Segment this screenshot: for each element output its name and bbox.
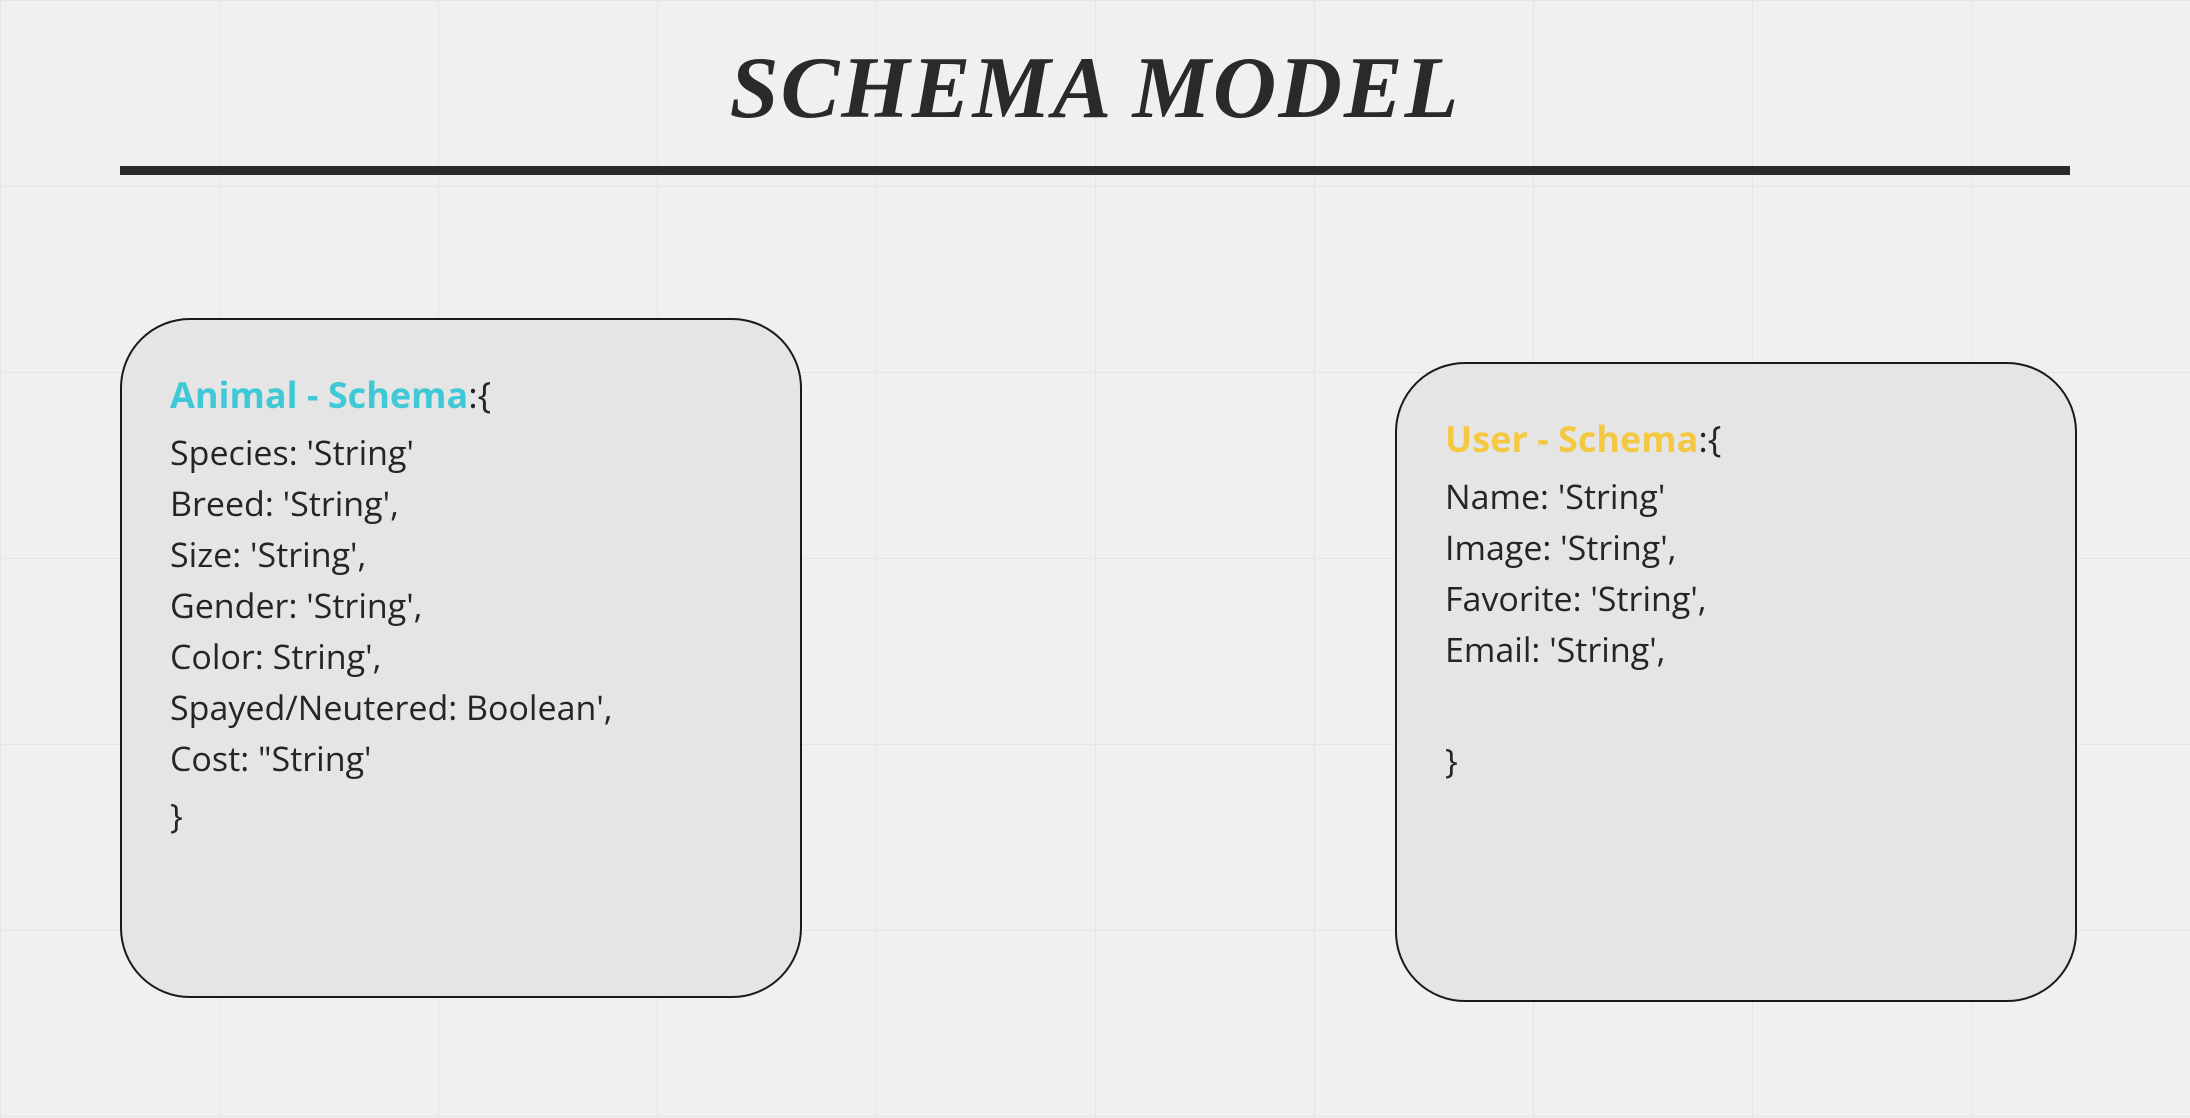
- user-field: Favorite: 'String',: [1445, 573, 2027, 624]
- user-field: Email: 'String',: [1445, 624, 2027, 675]
- user-schema-box: User - Schema:{ Name: 'String' Image: 'S…: [1395, 362, 2077, 1002]
- animal-field: Cost: "String': [170, 733, 752, 784]
- animal-schema-close: }: [170, 792, 752, 838]
- user-schema-title: User - Schema:{: [1445, 414, 2027, 463]
- user-field: Image: 'String',: [1445, 522, 2027, 573]
- title-underline: [120, 166, 2070, 175]
- user-schema-close: }: [1445, 737, 2027, 783]
- animal-field: Size: 'String',: [170, 529, 752, 580]
- animal-schema-name: Animal - Schema: [170, 370, 468, 419]
- user-schema-name: User - Schema: [1445, 414, 1698, 463]
- animal-schema-title: Animal - Schema:{: [170, 370, 752, 419]
- animal-schema-suffix: :{: [468, 370, 491, 419]
- animal-schema-box: Animal - Schema:{ Species: 'String' Bree…: [120, 318, 802, 998]
- user-schema-suffix: :{: [1698, 414, 1721, 463]
- animal-field: Color: String',: [170, 631, 752, 682]
- user-field: Name: 'String': [1445, 471, 2027, 522]
- diagram-title: Schema Model: [195, 38, 1995, 139]
- animal-field: Breed: 'String',: [170, 478, 752, 529]
- animal-field: Gender: 'String',: [170, 580, 752, 631]
- animal-field: Spayed/Neutered: Boolean',: [170, 682, 752, 733]
- animal-field: Species: 'String': [170, 427, 752, 478]
